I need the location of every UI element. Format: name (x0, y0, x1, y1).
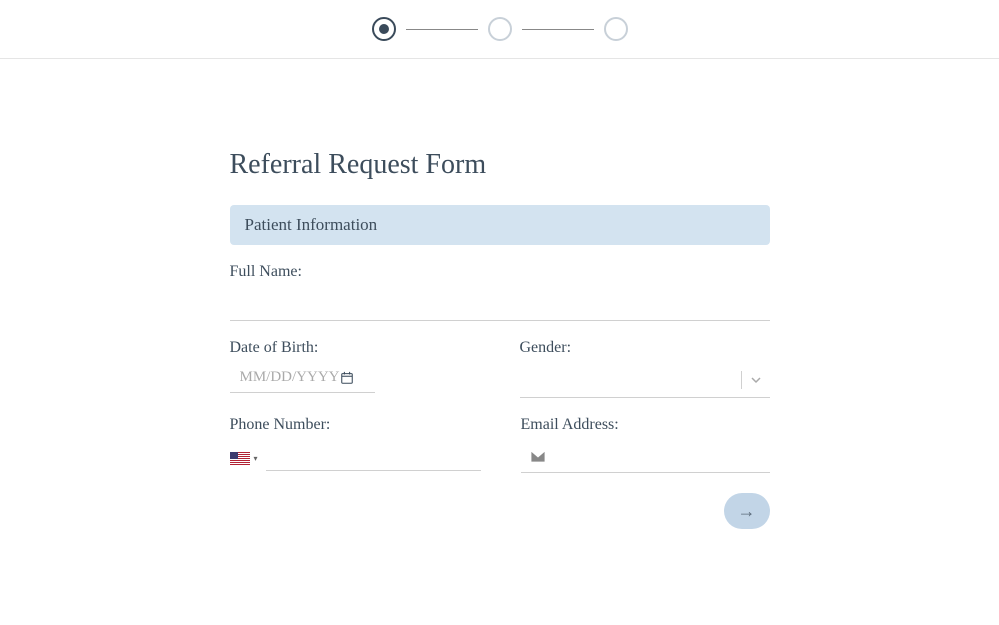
email-wrapper (521, 440, 770, 473)
section-header: Patient Information (230, 205, 770, 245)
arrow-right-icon: → (738, 501, 756, 522)
stepper (372, 17, 628, 41)
email-icon (531, 451, 545, 462)
gender-label: Gender: (520, 339, 770, 357)
step-2-indicator[interactable] (488, 17, 512, 41)
phone-input[interactable] (266, 446, 481, 471)
field-row-phone-email: Phone Number: ▾ Email Address: (230, 416, 770, 473)
gender-select[interactable] (520, 363, 770, 398)
select-divider (741, 371, 742, 389)
dob-input-wrapper[interactable] (230, 363, 375, 393)
chevron-down-icon (750, 374, 762, 386)
phone-label: Phone Number: (230, 416, 481, 434)
phone-wrapper: ▾ (230, 440, 481, 471)
country-chevron-icon[interactable]: ▾ (254, 454, 258, 463)
dob-input[interactable] (230, 369, 340, 386)
full-name-input[interactable] (230, 287, 770, 321)
email-input[interactable] (553, 448, 770, 464)
step-line-1 (406, 29, 478, 30)
field-row-fullname: Full Name: (230, 263, 770, 321)
dob-label: Date of Birth: (230, 339, 480, 357)
next-button[interactable]: → (724, 493, 770, 529)
email-label: Email Address: (521, 416, 770, 434)
field-row-dob-gender: Date of Birth: Gender: (230, 339, 770, 398)
section-header-text: Patient Information (245, 215, 378, 234)
us-flag-icon[interactable] (230, 452, 250, 465)
step-line-2 (522, 29, 594, 30)
step-1-indicator[interactable] (372, 17, 396, 41)
stepper-container (0, 0, 999, 59)
step-3-indicator[interactable] (604, 17, 628, 41)
full-name-label: Full Name: (230, 263, 770, 281)
form-title: Referral Request Form (230, 149, 770, 181)
form-container: Referral Request Form Patient Informatio… (230, 59, 770, 529)
calendar-icon[interactable] (340, 371, 354, 385)
